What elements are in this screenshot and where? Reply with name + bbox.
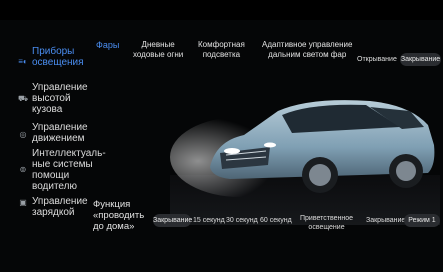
tab-label: ходовые огни bbox=[133, 50, 184, 59]
sidebar-item-label: движением bbox=[32, 133, 85, 144]
charging-icon: ▣ bbox=[19, 198, 27, 207]
sidebar-item-charging[interactable]: ▣ Управление зарядкой bbox=[10, 196, 95, 218]
top-open-option[interactable]: Открывание bbox=[357, 55, 397, 64]
follow-me-home-30s-option[interactable]: 30 секунд bbox=[226, 216, 258, 225]
sidebar-item-label: освещения bbox=[32, 57, 84, 68]
steering-wheel-icon: ◎ bbox=[19, 130, 27, 139]
tab-headlights[interactable]: Фары bbox=[96, 40, 119, 50]
sidebar-item-lighting[interactable]: ≡◐ Приборы освещения bbox=[10, 46, 95, 68]
welcome-lighting-label: Приветственное освещение bbox=[300, 214, 353, 232]
follow-me-home-60s-option[interactable]: 60 секунд bbox=[260, 216, 292, 225]
follow-me-home-15s-option[interactable]: 15 секунд bbox=[193, 216, 225, 225]
tab-label: Дневные bbox=[141, 40, 175, 49]
feature-label-line: Функция bbox=[93, 199, 131, 210]
sidebar-item-label: кузова bbox=[32, 104, 63, 115]
welcome-mode-button[interactable]: Режим 1 bbox=[404, 214, 440, 227]
feature-label-line: до дома» bbox=[93, 221, 135, 232]
welcome-label-line: освещение bbox=[308, 224, 345, 231]
top-close-option[interactable]: Закрывание bbox=[400, 53, 441, 66]
tab-label: подсветка bbox=[202, 50, 241, 59]
sidebar-item-label: водителю bbox=[32, 181, 77, 192]
sidebar-item-label: ные системы bbox=[32, 159, 93, 170]
sidebar-item-driving[interactable]: ◎ Управление движением bbox=[10, 122, 95, 144]
sidebar-item-label: Управление bbox=[32, 122, 88, 133]
sidebar-item-body-height[interactable]: ⛟ Управление высотой кузова bbox=[10, 82, 95, 115]
feature-label-line: «проводить bbox=[93, 210, 145, 221]
sidebar-item-label: Интеллектуаль- bbox=[32, 148, 106, 159]
tab-label: Комфортная bbox=[198, 40, 245, 49]
welcome-label-line: Приветственное bbox=[300, 215, 354, 222]
car-illustration bbox=[170, 75, 440, 225]
sidebar-item-driver-assist[interactable]: ⊚ Интеллектуаль- ные системы помощи води… bbox=[10, 148, 106, 192]
sidebar-item-label: Управление bbox=[32, 82, 88, 93]
screen: ≡◐ Приборы освещения ⛟ Управление высото… bbox=[0, 0, 443, 272]
sidebar-item-label: Приборы bbox=[32, 46, 75, 57]
headlight-icon: ≡◐ bbox=[18, 57, 28, 66]
sidebar-item-label: зарядкой bbox=[32, 207, 75, 218]
tab-label: Адаптивное управление bbox=[262, 40, 353, 49]
welcome-close-option[interactable]: Закрывание bbox=[366, 216, 405, 225]
tab-label: дальним светом фар bbox=[268, 50, 347, 59]
follow-me-home-close-button[interactable]: Закрывание bbox=[153, 214, 192, 227]
car-height-icon: ⛟ bbox=[18, 94, 29, 103]
driver-assist-icon: ⊚ bbox=[19, 165, 27, 174]
tab-adaptive-high-beam[interactable]: Адаптивное управление дальним светом фар bbox=[262, 40, 352, 60]
tab-drl[interactable]: Дневные ходовые огни bbox=[133, 40, 183, 60]
follow-me-home-label: Функция «проводить до дома» bbox=[93, 199, 144, 232]
sidebar-item-label: Управление bbox=[32, 196, 88, 207]
status-bar bbox=[0, 0, 443, 20]
sidebar: ≡◐ Приборы освещения ⛟ Управление высото… bbox=[10, 40, 106, 218]
sidebar-item-label: высотой bbox=[32, 93, 71, 104]
tab-comfort-lighting[interactable]: Комфортная подсветка bbox=[198, 40, 245, 60]
sidebar-item-label: помощи bbox=[32, 170, 70, 181]
